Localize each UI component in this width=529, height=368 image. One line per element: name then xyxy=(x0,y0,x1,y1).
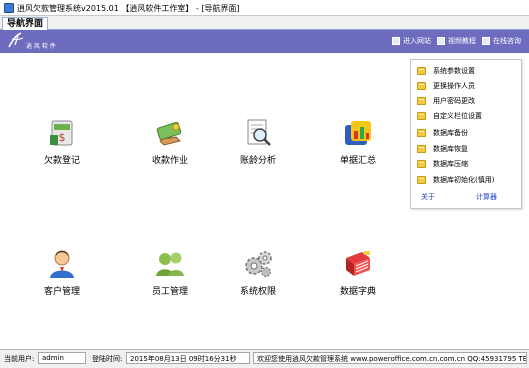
panel-item-label: 系统参数设置 xyxy=(433,67,475,75)
gears-icon xyxy=(242,248,274,280)
about-link[interactable]: 关于 xyxy=(421,192,435,202)
panel-item-db-initialize[interactable]: 数据库初始化(慎用) xyxy=(417,175,494,185)
folder-icon xyxy=(417,176,426,184)
folder-icon xyxy=(417,145,426,153)
brand-name: 逍 风 软 件 xyxy=(26,43,56,50)
panel-item-label: 数据库压缩 xyxy=(433,160,468,168)
tile-label: 数据字典 xyxy=(339,287,376,297)
tile-label: 账龄分析 xyxy=(239,156,276,166)
tile-document-summary[interactable]: 单据汇总 xyxy=(328,117,388,166)
panel-item-db-backup[interactable]: 数据库备份 xyxy=(417,128,468,138)
document-summary-icon xyxy=(342,117,374,149)
status-bar: 当前用户: admin 登陆时间: 2015年08月13日 09时16分31秒 … xyxy=(0,349,529,368)
tile-label: 系统权限 xyxy=(239,287,276,297)
folder-icon xyxy=(417,160,426,168)
payment-collection-icon xyxy=(154,117,186,149)
welcome-message: 欢迎您使用逍风欠款管理系统 www.poweroffice.com.cn.com… xyxy=(253,352,527,364)
panel-item-system-params[interactable]: 系统参数设置 xyxy=(417,66,475,76)
window-title: 逍风欠款管理系统v2015.01 【逍风软件工作室】 - [导航界面] xyxy=(17,4,240,13)
calculator-link[interactable]: 计算器 xyxy=(476,192,497,202)
window-titlebar: 逍风欠款管理系统v2015.01 【逍风软件工作室】 - [导航界面] xyxy=(0,0,529,16)
current-user-value: admin xyxy=(38,352,86,364)
panel-item-label: 数据库备份 xyxy=(433,129,468,137)
tile-label: 欠款登记 xyxy=(43,156,80,166)
tile-payment-collection[interactable]: 收款作业 xyxy=(140,117,200,166)
panel-item-label: 自定义栏位设置 xyxy=(433,112,482,120)
tab-strip: 导航界面 xyxy=(0,16,529,30)
enter-website-link[interactable]: 进入网站 xyxy=(392,36,431,46)
tile-system-permissions[interactable]: 系统权限 xyxy=(228,248,288,297)
tile-label: 员工管理 xyxy=(151,287,188,297)
main-area: $ 欠款登记 收款作业 账龄分析 单据汇总 客户管理 员工管理 系统权限 数据字… xyxy=(0,53,529,347)
online-consult-label: 在线咨询 xyxy=(493,37,521,45)
tile-label: 客户管理 xyxy=(43,287,80,297)
header-band: 逍 风 软 件 进入网站 视频教程 在线咨询 xyxy=(0,30,529,53)
app-icon xyxy=(4,3,14,13)
panel-item-label: 更换操作人员 xyxy=(433,82,475,90)
panel-item-custom-columns[interactable]: 自定义栏位设置 xyxy=(417,111,482,121)
tile-debt-register[interactable]: $ 欠款登记 xyxy=(32,117,92,166)
panel-item-label: 用户密码更改 xyxy=(433,97,475,105)
folder-icon xyxy=(417,67,426,75)
panel-item-label: 数据库恢复 xyxy=(433,145,468,153)
video-tutorial-label: 视频教程 xyxy=(448,37,476,45)
folder-icon xyxy=(417,97,426,105)
video-tutorial-link[interactable]: 视频教程 xyxy=(437,36,476,46)
folder-icon xyxy=(417,129,426,137)
quick-settings-panel: 系统参数设置 更换操作人员 用户密码更改 自定义栏位设置 数据库备份 数据库恢复… xyxy=(410,59,522,209)
tab-navigation[interactable]: 导航界面 xyxy=(2,17,49,30)
brand-logo-icon xyxy=(8,32,24,48)
video-icon xyxy=(437,37,445,45)
tile-employee-management[interactable]: 员工管理 xyxy=(140,248,200,297)
tile-label: 单据汇总 xyxy=(339,156,376,166)
dictionary-icon xyxy=(342,248,374,280)
chat-icon xyxy=(482,37,490,45)
website-icon xyxy=(392,37,400,45)
login-time-value: 2015年08月13日 09时16分31秒 xyxy=(126,352,250,364)
employee-icon xyxy=(154,248,186,280)
panel-item-db-restore[interactable]: 数据库恢复 xyxy=(417,144,468,154)
tile-data-dictionary[interactable]: 数据字典 xyxy=(328,248,388,297)
panel-item-change-password[interactable]: 用户密码更改 xyxy=(417,96,475,106)
debt-register-icon: $ xyxy=(46,117,78,149)
online-consult-link[interactable]: 在线咨询 xyxy=(482,36,521,46)
tile-customer-management[interactable]: 客户管理 xyxy=(32,248,92,297)
svg-text:$: $ xyxy=(59,131,66,144)
enter-website-label: 进入网站 xyxy=(403,37,431,45)
panel-item-change-operator[interactable]: 更换操作人员 xyxy=(417,81,475,91)
login-time-label: 登陆时间: xyxy=(92,355,123,363)
panel-item-label: 数据库初始化(慎用) xyxy=(433,176,495,184)
panel-item-db-compress[interactable]: 数据库压缩 xyxy=(417,159,468,169)
current-user-label: 当前用户: xyxy=(4,355,35,363)
tile-aging-analysis[interactable]: 账龄分析 xyxy=(228,117,288,166)
folder-icon xyxy=(417,82,426,90)
folder-icon xyxy=(417,112,426,120)
customer-icon xyxy=(46,248,78,280)
aging-analysis-icon xyxy=(242,117,274,149)
tile-label: 收款作业 xyxy=(151,156,188,166)
